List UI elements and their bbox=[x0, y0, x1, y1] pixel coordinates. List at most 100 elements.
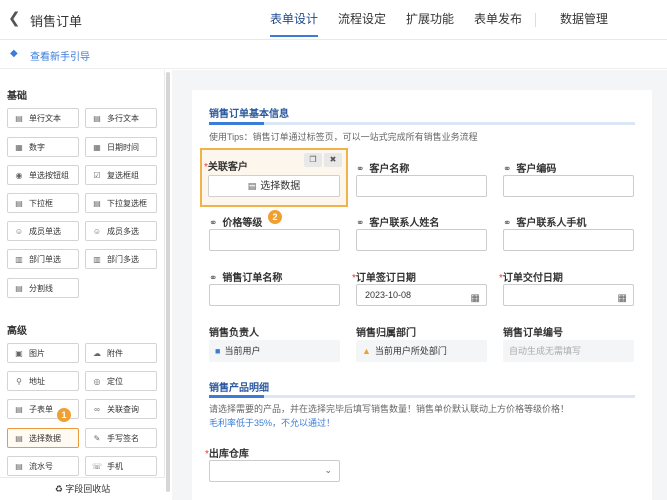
section-title-basic: 销售订单基本信息 bbox=[209, 109, 289, 120]
dept-label: 销售归属部门 bbox=[356, 328, 416, 339]
link-icon: ⚭ bbox=[503, 164, 512, 175]
warehouse-select[interactable]: ⌄ bbox=[209, 460, 340, 482]
order-no-label: 销售订单编号 bbox=[503, 328, 563, 339]
trash-icon[interactable]: ✖ bbox=[324, 153, 342, 167]
field-datetime[interactable]: ▦ 日期时间 bbox=[85, 137, 157, 157]
recycle-icon: ♻ bbox=[54, 484, 66, 494]
field-dropdown[interactable]: ▤ 下拉框 bbox=[7, 193, 79, 213]
dept-field: ▲ 当前用户所处部门 bbox=[356, 340, 487, 362]
order-name-field[interactable] bbox=[209, 284, 340, 306]
customer-label: *关联客户 bbox=[204, 162, 248, 173]
text-multiline-icon: ▤ bbox=[93, 113, 101, 123]
link-icon: ⚭ bbox=[209, 218, 218, 229]
link-icon: ⚭ bbox=[209, 273, 218, 284]
link-icon: ⚭ bbox=[356, 218, 365, 229]
field-dept-multi[interactable]: ▥ 部门多选 bbox=[85, 249, 157, 269]
owner-field: ■ 当前用户 bbox=[209, 340, 340, 362]
tab-bar: 表单设计 流程设定 扩展功能 表单发布 bbox=[270, 0, 542, 40]
field-image[interactable]: ▣ 图片 bbox=[7, 343, 79, 363]
delivery-date-label: *订单交付日期 bbox=[499, 273, 563, 284]
select-data-icon: ▤ bbox=[247, 181, 257, 191]
sign-date-field[interactable]: 2023-10-08 ▦ bbox=[356, 284, 487, 306]
section-title-products: 销售产品明细 bbox=[209, 383, 269, 394]
field-attachment[interactable]: ☁ 附件 bbox=[85, 343, 157, 363]
field-select-data[interactable]: ▤ 选择数据 bbox=[7, 428, 79, 448]
customer-name-field[interactable] bbox=[356, 175, 487, 197]
target-icon: ◎ bbox=[93, 376, 101, 386]
lightbulb-icon: ◆ bbox=[10, 48, 18, 59]
link-icon: ⚭ bbox=[503, 218, 512, 229]
calendar-icon: ▦ bbox=[93, 142, 101, 152]
calendar-icon[interactable]: ▦ bbox=[618, 289, 627, 309]
price-level-field[interactable] bbox=[209, 229, 340, 251]
recycle-bin-button[interactable]: ♻ 字段回收站 bbox=[0, 477, 165, 500]
field-member-multi[interactable]: ☺ 成员多选 bbox=[85, 221, 157, 241]
tab-publish[interactable]: 表单发布 bbox=[474, 0, 522, 40]
select-data-icon: ▤ bbox=[15, 433, 23, 443]
field-phone[interactable]: ☏ 手机 bbox=[85, 456, 157, 476]
field-single-line-text[interactable]: ▤ 单行文本 bbox=[7, 108, 79, 128]
top-bar: ❮ 销售订单 表单设计 流程设定 扩展功能 表单发布 数据管理 bbox=[0, 0, 667, 40]
margin-warning: 毛利率低于35%，不允以通过！ bbox=[209, 418, 336, 428]
field-dept-single[interactable]: ▥ 部门单选 bbox=[7, 249, 79, 269]
sidebar-scrollbar[interactable] bbox=[166, 72, 170, 492]
group-title-basic: 基础 bbox=[7, 91, 27, 102]
field-signature[interactable]: ✎ 手写签名 bbox=[85, 428, 157, 448]
section-underline bbox=[209, 395, 635, 398]
tab-data-management[interactable]: 数据管理 bbox=[560, 0, 608, 40]
field-radio-group[interactable]: ◉ 单选按钮组 bbox=[7, 165, 79, 185]
checkbox-icon: ☑ bbox=[93, 170, 101, 180]
text-line-icon: ▤ bbox=[15, 113, 23, 123]
tab-process[interactable]: 流程设定 bbox=[338, 0, 386, 40]
contact-phone-field[interactable] bbox=[503, 229, 634, 251]
field-palette: 基础 ▤ 单行文本 ▤ 多行文本 ▦ 数字 ▦ 日期时间 ◉ 单选按钮组 ☑ 复选框组 ▤ 下… bbox=[0, 70, 165, 500]
serial-icon: ▤ bbox=[15, 461, 23, 471]
field-member-single[interactable]: ☺ 成员单选 bbox=[7, 221, 79, 241]
attachment-icon: ☁ bbox=[93, 348, 101, 358]
location-icon: ⚲ bbox=[16, 376, 22, 386]
contact-name-field[interactable] bbox=[356, 229, 487, 251]
customer-code-field[interactable] bbox=[503, 175, 634, 197]
calendar-icon[interactable]: ▦ bbox=[471, 289, 480, 309]
group-title-advanced: 高级 bbox=[7, 326, 27, 337]
member-icon: ☺ bbox=[14, 226, 24, 236]
products-tip: 请选择需要的产品，并在选择完毕后填写销售数量！销售单价默认联动上方价格等级价格！ bbox=[209, 404, 570, 414]
field-divider[interactable]: ▤ 分割线 bbox=[7, 278, 79, 298]
warehouse-label: *出库仓库 bbox=[205, 449, 249, 460]
field-serial-number[interactable]: ▤ 流水号 bbox=[7, 456, 79, 476]
phone-icon: ☏ bbox=[92, 461, 103, 471]
sign-date-label: *订单签订日期 bbox=[352, 273, 416, 284]
image-icon: ▣ bbox=[15, 348, 23, 358]
subform-icon: ▤ bbox=[15, 404, 23, 414]
field-checkbox-group[interactable]: ☑ 复选框组 bbox=[85, 165, 157, 185]
chevron-left-icon[interactable]: ❮ bbox=[8, 11, 22, 27]
order-no-field: 自动生成无需填写 bbox=[503, 340, 634, 362]
link-query-icon: ∞ bbox=[94, 404, 100, 414]
field-link-query[interactable]: ∞ 关联查询 bbox=[85, 399, 157, 419]
select-data-button[interactable]: ▤ 选择数据 bbox=[208, 175, 340, 197]
field-address[interactable]: ⚲ 地址 bbox=[7, 371, 79, 391]
guide-link[interactable]: 查看新手引导 bbox=[30, 48, 90, 63]
field-multi-line-text[interactable]: ▤ 多行文本 bbox=[85, 108, 157, 128]
divider bbox=[535, 13, 536, 27]
field-number[interactable]: ▦ 数字 bbox=[7, 137, 79, 157]
tab-form-design[interactable]: 表单设计 bbox=[270, 0, 319, 40]
chevron-down-icon: ⌄ bbox=[324, 465, 332, 475]
divider-icon: ▤ bbox=[15, 283, 23, 293]
tips-text: 使用Tips：销售订单通过标签页，可以一站式完成所有销售业务流程 bbox=[209, 132, 478, 142]
delivery-date-field[interactable]: ▦ bbox=[503, 284, 634, 306]
number-icon: ▦ bbox=[15, 142, 23, 152]
order-name-label: ⚭ 销售订单名称 bbox=[209, 273, 283, 284]
radio-icon: ◉ bbox=[15, 170, 23, 180]
copy-icon[interactable]: ❐ bbox=[304, 153, 322, 167]
field-position[interactable]: ◎ 定位 bbox=[85, 371, 157, 391]
step-badge-1: 1 bbox=[57, 408, 71, 422]
departments-icon: ▥ bbox=[93, 254, 101, 264]
org-chart-icon: ▲ bbox=[362, 346, 371, 356]
customer-name-label: ⚭ 客户名称 bbox=[356, 164, 410, 175]
tab-extensions[interactable]: 扩展功能 bbox=[406, 0, 454, 40]
field-dropdown-checkbox[interactable]: ▤ 下拉复选框 bbox=[85, 193, 157, 213]
customer-code-label: ⚭ 客户编码 bbox=[503, 164, 557, 175]
dropdown-icon: ▤ bbox=[15, 198, 23, 208]
guide-bar: ◆ 查看新手引导 bbox=[0, 40, 667, 69]
